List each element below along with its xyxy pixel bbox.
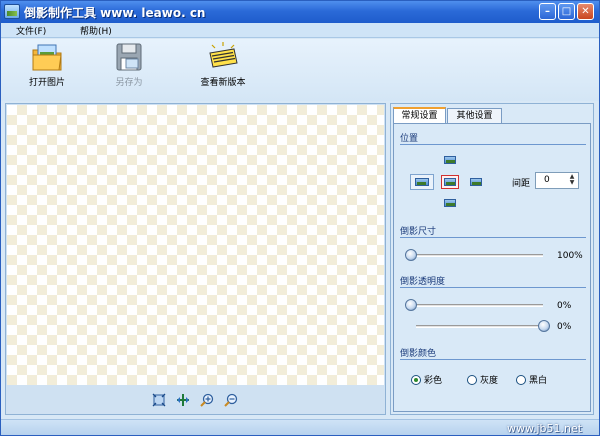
status-bar: www.jb51.net — [1, 419, 599, 435]
settings-panel: 常规设置 其他设置 位置 间距 0 ▲ ▼ 倒影尺寸 100% 倒影透明度 0%… — [390, 103, 594, 415]
color-mode-gray-radio[interactable]: 灰度 — [467, 373, 498, 386]
window-title: 倒影制作工具 www. leawo. cn — [24, 6, 206, 20]
slider-thumb[interactable] — [538, 320, 550, 332]
slider-thumb[interactable] — [405, 299, 417, 311]
fit-to-window-icon[interactable] — [152, 393, 166, 407]
minimize-button[interactable]: – — [539, 3, 556, 20]
gap-label: 间距 — [512, 179, 531, 189]
open-image-label: 打开图片 — [28, 78, 65, 88]
position-divider — [400, 144, 586, 145]
maximize-button[interactable]: □ — [558, 3, 575, 20]
size-divider — [400, 237, 586, 238]
opacity-start-slider[interactable] — [405, 299, 543, 311]
menu-file[interactable]: 文件(F) — [16, 24, 46, 37]
zoom-out-icon[interactable] — [224, 393, 238, 407]
actual-size-icon[interactable] — [176, 393, 190, 407]
watermark: www.jb51.net — [507, 422, 583, 435]
image-position-icon — [444, 199, 456, 207]
color-mode-gray-label: 灰度 — [480, 376, 499, 386]
opacity-end-value: 0% — [557, 322, 572, 332]
opacity-end-slider[interactable] — [416, 320, 550, 332]
position-section-title: 位置 — [400, 134, 419, 144]
radio-dot-icon — [516, 375, 526, 385]
image-position-icon — [444, 156, 456, 164]
position-right-button[interactable] — [467, 175, 485, 189]
spinner-arrows-icon[interactable]: ▲ ▼ — [568, 174, 576, 187]
size-section-title: 倒影尺寸 — [400, 227, 437, 237]
color-mode-bw-label: 黑白 — [529, 376, 548, 386]
slider-track — [411, 254, 543, 257]
open-image-button[interactable]: 打开图片 — [25, 41, 69, 88]
minimize-icon: – — [545, 6, 550, 17]
close-button[interactable]: ✕ — [577, 3, 594, 20]
save-as-label: 另存为 — [115, 78, 143, 88]
check-new-version-label: 查看新版本 — [200, 78, 246, 88]
preview-panel — [5, 103, 386, 415]
radio-dot-icon — [411, 375, 421, 385]
slider-track — [416, 325, 544, 328]
position-bottom-button[interactable] — [441, 175, 459, 189]
size-slider[interactable] — [405, 249, 543, 261]
color-mode-bw-radio[interactable]: 黑白 — [516, 373, 547, 386]
radio-dot-icon — [467, 375, 477, 385]
tab-general-settings[interactable]: 常规设置 — [393, 107, 446, 124]
general-settings-body: 位置 间距 0 ▲ ▼ 倒影尺寸 100% 倒影透明度 0% 0% 倒影颜色 彩… — [393, 123, 591, 412]
opacity-divider — [400, 287, 586, 288]
preview-canvas[interactable] — [7, 105, 384, 385]
floppy-disk-icon — [116, 43, 142, 71]
app-window: 倒影制作工具 www. leawo. cn – □ ✕ 文件(F) 帮助(H) … — [0, 0, 600, 436]
menu-bar: 文件(F) 帮助(H) — [1, 23, 599, 38]
opacity-start-value: 0% — [557, 301, 572, 311]
color-mode-color-label: 彩色 — [424, 376, 443, 386]
image-position-icon — [415, 178, 429, 186]
color-mode-color-radio[interactable]: 彩色 — [411, 373, 442, 386]
position-top-button[interactable] — [441, 153, 459, 167]
check-new-version-button[interactable]: 查看新版本 — [196, 41, 250, 88]
size-value: 100% — [557, 251, 583, 261]
save-as-button[interactable]: 另存为 — [109, 41, 149, 88]
slider-track — [411, 304, 543, 307]
new-version-badge-icon — [209, 42, 238, 68]
title-bar[interactable]: 倒影制作工具 www. leawo. cn – □ ✕ — [1, 1, 599, 23]
menu-help[interactable]: 帮助(H) — [80, 24, 112, 37]
image-position-icon — [444, 178, 456, 186]
close-icon: ✕ — [581, 6, 590, 17]
zoom-in-icon[interactable] — [200, 393, 214, 407]
position-below-button[interactable] — [441, 196, 459, 210]
slider-thumb[interactable] — [405, 249, 417, 261]
tab-other-settings[interactable]: 其他设置 — [447, 108, 502, 123]
folder-image-icon — [32, 44, 62, 71]
position-left-button[interactable] — [410, 174, 434, 190]
maximize-icon: □ — [561, 6, 572, 17]
color-divider — [400, 359, 586, 360]
toolbar: 打开图片 另存为 查看新版本 — [1, 39, 599, 101]
image-position-icon — [470, 178, 482, 186]
app-icon — [4, 4, 20, 19]
color-section-title: 倒影颜色 — [400, 349, 437, 359]
opacity-section-title: 倒影透明度 — [400, 277, 446, 287]
gap-value: 0 — [544, 175, 550, 185]
color-mode-group: 彩色 灰度 黑白 — [411, 373, 581, 387]
gap-spinner[interactable]: 0 ▲ ▼ — [535, 172, 579, 189]
